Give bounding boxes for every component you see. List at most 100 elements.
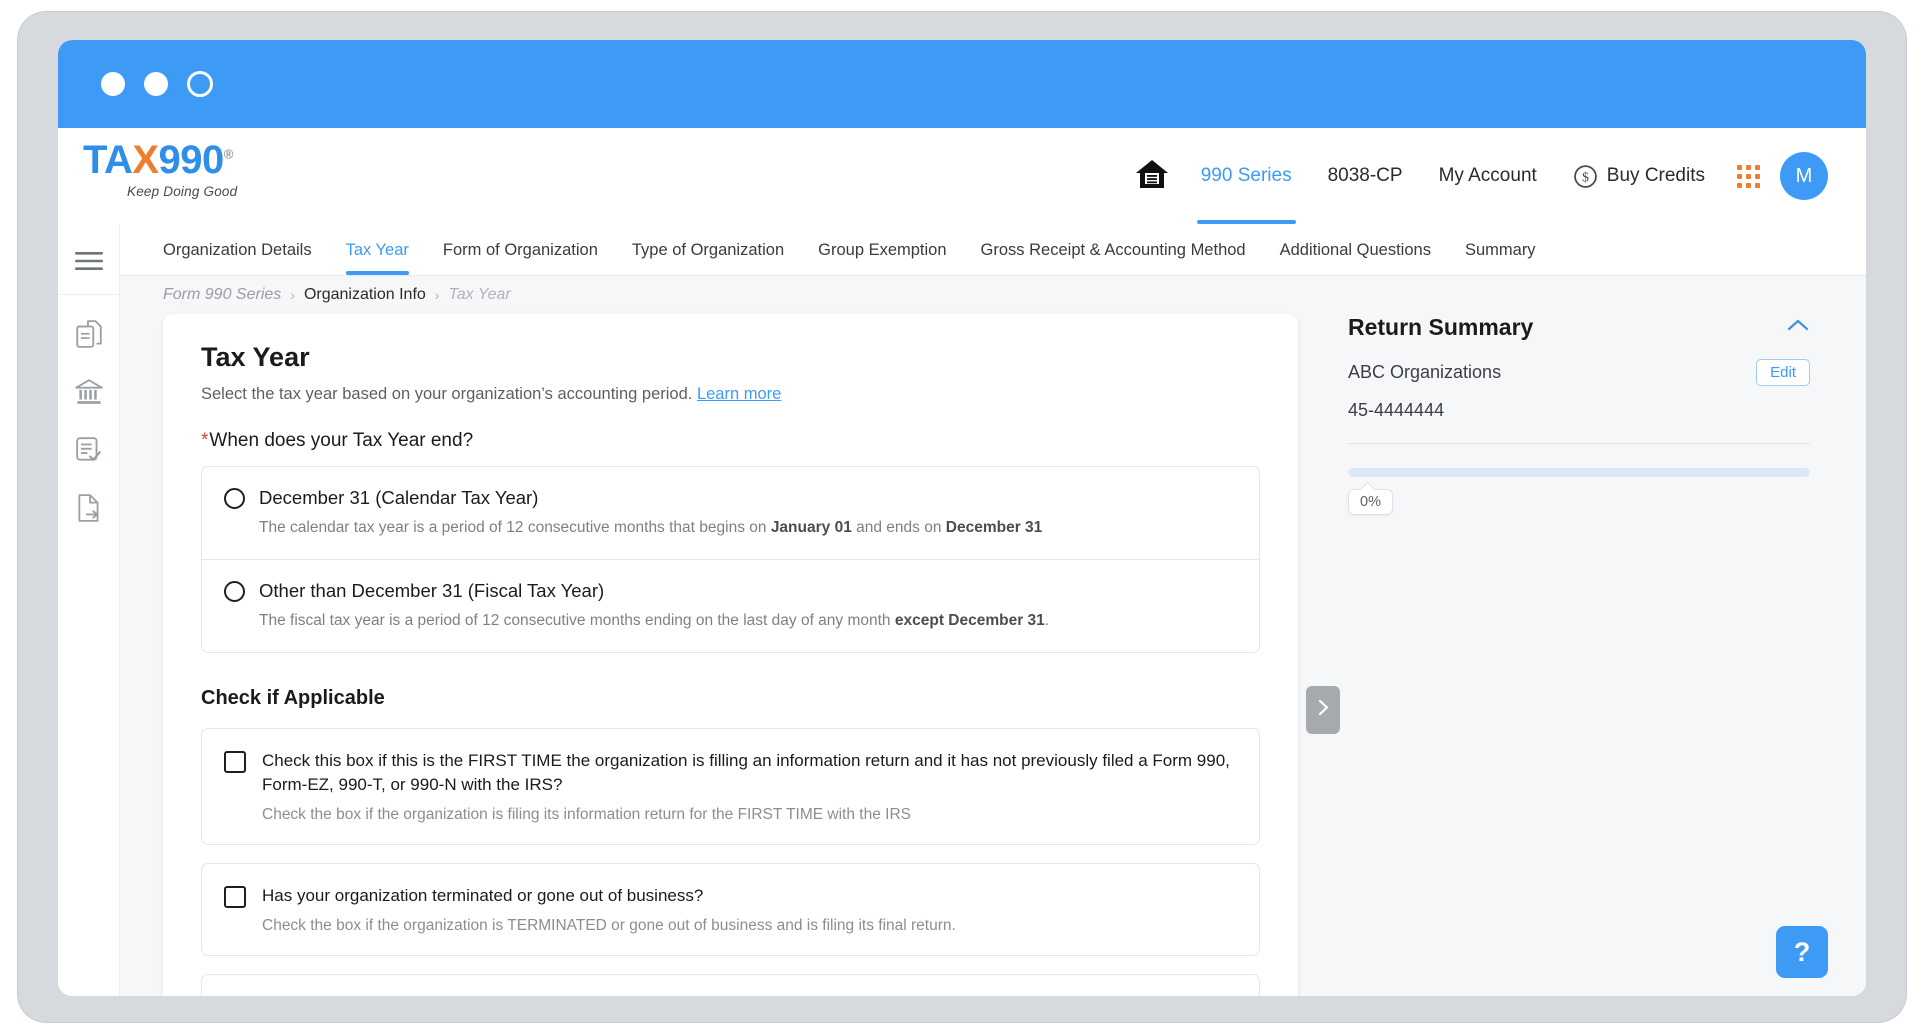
- checkbox-label: Has your organization terminated or gone…: [262, 886, 704, 906]
- desc-bold-end-date: December 31: [945, 519, 1043, 536]
- organization-row: ABC Organizations Edit: [1348, 359, 1818, 386]
- return-progress-bar[interactable]: [1348, 468, 1810, 477]
- brand-wordmark: TAX990®: [83, 140, 233, 180]
- window-dot-minimize-icon[interactable]: [144, 72, 168, 96]
- checkbox-label: Check this box if this is the FIRST TIME…: [262, 751, 1230, 795]
- nav-item-990-series[interactable]: 990 Series: [1183, 128, 1310, 224]
- checkbox-text-block: Check this box if this is the FIRST TIME…: [262, 749, 1237, 824]
- radio-description: The calendar tax year is a period of 12 …: [259, 519, 1237, 537]
- app-body: Organization Details Tax Year Form of Or…: [58, 224, 1866, 996]
- breadcrumb-item-tax-year: Tax Year: [448, 286, 511, 303]
- tab-additional-questions[interactable]: Additional Questions: [1280, 241, 1453, 275]
- tab-label: Additional Questions: [1279, 241, 1431, 259]
- radio-fiscal-tax-year[interactable]: [224, 580, 245, 602]
- question-text: When does your Tax Year end?: [209, 430, 474, 451]
- brand-text-990: 990: [158, 138, 225, 182]
- radio-option-header: Other than December 31 (Fiscal Tax Year): [224, 580, 1237, 602]
- nav-label: Buy Credits: [1606, 165, 1705, 186]
- tab-form-of-organization[interactable]: Form of Organization: [443, 241, 620, 275]
- dollar-circle-icon: $: [1573, 164, 1598, 189]
- window-dot-close-icon[interactable]: [101, 72, 125, 96]
- tab-organization-details[interactable]: Organization Details: [163, 241, 334, 275]
- nav-item-8038-cp[interactable]: 8038-CP: [1310, 128, 1421, 224]
- tab-group-exemption[interactable]: Group Exemption: [818, 241, 968, 275]
- checkbox-terminated[interactable]: [224, 886, 246, 909]
- brand-text-ta: TA: [83, 138, 133, 182]
- file-export-icon[interactable]: [58, 479, 120, 537]
- browser-chrome-bar: [58, 40, 1866, 128]
- return-summary-header[interactable]: Return Summary: [1348, 314, 1818, 341]
- nav-item-my-account[interactable]: My Account: [1421, 128, 1555, 224]
- nav-label: 8038-CP: [1327, 165, 1403, 186]
- chevron-right-icon: [1316, 698, 1331, 722]
- breadcrumb-item-form-990-series[interactable]: Form 990 Series: [163, 286, 281, 304]
- radio-calendar-tax-year[interactable]: [224, 487, 245, 509]
- bank-institution-icon[interactable]: [58, 363, 120, 421]
- radio-option-header: December 31 (Calendar Tax Year): [224, 487, 1237, 509]
- left-icon-rail: [58, 224, 120, 996]
- tab-label: Type of Organization: [631, 241, 785, 259]
- organization-name: ABC Organizations: [1348, 362, 1502, 382]
- desc-post: .: [1044, 612, 1050, 629]
- window-controls: [101, 71, 213, 97]
- nav-label: 990 Series: [1200, 165, 1292, 186]
- tax-year-end-radio-group: December 31 (Calendar Tax Year) The cale…: [201, 466, 1260, 653]
- summary-panel-collapse-button[interactable]: [1306, 686, 1340, 734]
- tab-label: Organization Details: [163, 241, 312, 259]
- tab-type-of-organization[interactable]: Type of Organization: [632, 241, 806, 275]
- home-button[interactable]: [1135, 158, 1183, 195]
- desc-pre: The fiscal tax year is a period of 12 co…: [259, 612, 895, 629]
- check-if-applicable-title: Check if Applicable: [201, 687, 385, 709]
- required-asterisk: *: [201, 430, 209, 451]
- radio-option-fiscal-tax-year[interactable]: Other than December 31 (Fiscal Tax Year)…: [202, 559, 1259, 652]
- form-check-icon[interactable]: [58, 421, 120, 479]
- tax-year-form-card: Tax Year Select the tax year based on yo…: [163, 314, 1298, 996]
- tab-summary[interactable]: Summary: [1465, 241, 1558, 275]
- device-frame: TAX990® Keep Doing Good 990 Series 8038-…: [18, 12, 1906, 1022]
- registered-mark-icon: ®: [223, 146, 234, 162]
- question-mark-icon: ?: [1793, 936, 1811, 967]
- tab-tax-year[interactable]: Tax Year: [345, 241, 431, 275]
- radio-option-calendar-tax-year[interactable]: December 31 (Calendar Tax Year) The cale…: [202, 467, 1259, 559]
- learn-more-link[interactable]: Learn more: [697, 385, 781, 403]
- brand-logo[interactable]: TAX990® Keep Doing Good: [83, 140, 333, 199]
- tax-year-end-question-label: *When does your Tax Year end?: [201, 430, 1260, 452]
- nav-label: My Account: [1438, 165, 1537, 186]
- desc-mid: and ends on: [851, 519, 946, 536]
- nav-item-buy-credits[interactable]: $ Buy Credits: [1555, 128, 1723, 224]
- app-header: TAX990® Keep Doing Good 990 Series 8038-…: [58, 128, 1866, 224]
- window-dot-maximize-icon[interactable]: [187, 71, 213, 97]
- checkbox-card-terminated[interactable]: Has your organization terminated or gone…: [201, 863, 1260, 957]
- hamburger-menu-icon[interactable]: [58, 232, 120, 290]
- help-button[interactable]: ?: [1776, 926, 1828, 978]
- checkbox-description: Check the box if the organization is fil…: [262, 806, 911, 824]
- tab-label: Gross Receipt & Accounting Method: [980, 241, 1246, 259]
- grid-apps-icon[interactable]: [1737, 164, 1760, 188]
- checkbox-description: Check the box if the organization is TER…: [262, 917, 956, 935]
- edit-organization-button[interactable]: Edit: [1756, 359, 1810, 386]
- tab-label: Group Exemption: [818, 241, 947, 259]
- checkbox-card-next-partial[interactable]: [201, 974, 1260, 996]
- tab-gross-receipt-accounting-method[interactable]: Gross Receipt & Accounting Method: [981, 241, 1268, 275]
- header-navigation: 990 Series 8038-CP My Account $ Buy Cred…: [1135, 128, 1828, 224]
- chevron-up-icon[interactable]: [1786, 317, 1810, 338]
- tab-label: Summary: [1464, 241, 1536, 259]
- checkbox-card-first-time-filing[interactable]: Check this box if this is the FIRST TIME…: [201, 728, 1260, 846]
- page-subtitle-text: Select the tax year based on your organi…: [201, 385, 693, 403]
- avatar-initial: M: [1795, 164, 1813, 187]
- tab-label: Tax Year: [345, 241, 409, 259]
- breadcrumb-separator-icon: ›: [434, 287, 440, 303]
- tab-label: Form of Organization: [442, 241, 598, 259]
- checkbox-text-block: Has your organization terminated or gone…: [262, 884, 956, 935]
- radio-description: The fiscal tax year is a period of 12 co…: [259, 612, 1237, 630]
- breadcrumb: Form 990 Series › Organization Info › Ta…: [163, 286, 511, 304]
- return-summary-panel: Return Summary ABC Organizations Edit 45…: [1348, 314, 1818, 515]
- summary-divider: [1348, 443, 1810, 444]
- avatar[interactable]: M: [1780, 152, 1828, 200]
- documents-copy-icon[interactable]: [58, 305, 120, 363]
- brand-text-x: X: [132, 138, 159, 182]
- checkbox-first-time-filing[interactable]: [224, 751, 246, 773]
- return-summary-title: Return Summary: [1348, 314, 1534, 340]
- breadcrumb-item-organization-info[interactable]: Organization Info: [304, 286, 426, 304]
- organization-ein: 45-4444444: [1348, 400, 1445, 420]
